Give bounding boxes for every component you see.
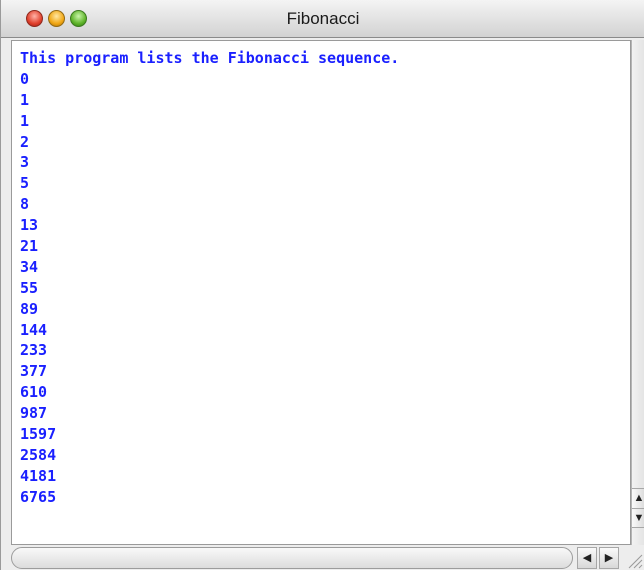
output-line: 0 xyxy=(20,69,30,88)
vertical-scrollbar[interactable]: ▲ ▼ xyxy=(631,40,644,545)
output-line: 987 xyxy=(20,404,48,423)
output-line: 3 xyxy=(20,153,30,172)
output-line: 1 xyxy=(20,90,30,109)
output-line: 89 xyxy=(20,299,39,318)
output-line: 55 xyxy=(20,278,39,297)
console-output: This program lists the Fibonacci sequenc… xyxy=(20,48,399,508)
scroll-right-icon[interactable]: ▶ xyxy=(599,547,619,569)
output-line: 377 xyxy=(20,362,48,381)
window-title: Fibonacci xyxy=(286,9,360,28)
title-bar[interactable]: Fibonacci xyxy=(1,0,644,38)
scroll-up-icon[interactable]: ▲ xyxy=(632,488,644,508)
output-line: 21 xyxy=(20,237,39,256)
horizontal-scrollbar[interactable] xyxy=(11,547,573,569)
output-line: 34 xyxy=(20,257,39,276)
output-line: 144 xyxy=(20,320,48,339)
scroll-down-icon[interactable]: ▼ xyxy=(632,508,644,528)
output-line: 4181 xyxy=(20,466,57,485)
output-line: 1 xyxy=(20,111,30,130)
output-line: 610 xyxy=(20,383,48,402)
app-window: Fibonacci This program lists the Fibonac… xyxy=(0,0,644,570)
resize-grip-icon[interactable] xyxy=(623,549,643,569)
console-output-area[interactable]: This program lists the Fibonacci sequenc… xyxy=(11,40,631,545)
output-line: 2584 xyxy=(20,445,57,464)
output-line: 6765 xyxy=(20,487,57,506)
output-line: 233 xyxy=(20,341,48,360)
output-line: 2 xyxy=(20,132,30,151)
output-line: 5 xyxy=(20,174,30,193)
output-line: 8 xyxy=(20,195,30,214)
output-line: 1597 xyxy=(20,425,57,444)
scroll-left-icon[interactable]: ◀ xyxy=(577,547,597,569)
output-header-line: This program lists the Fibonacci sequenc… xyxy=(20,49,400,67)
horizontal-scrollbar-area: ◀ ▶ xyxy=(11,547,644,570)
output-line: 13 xyxy=(20,216,39,235)
